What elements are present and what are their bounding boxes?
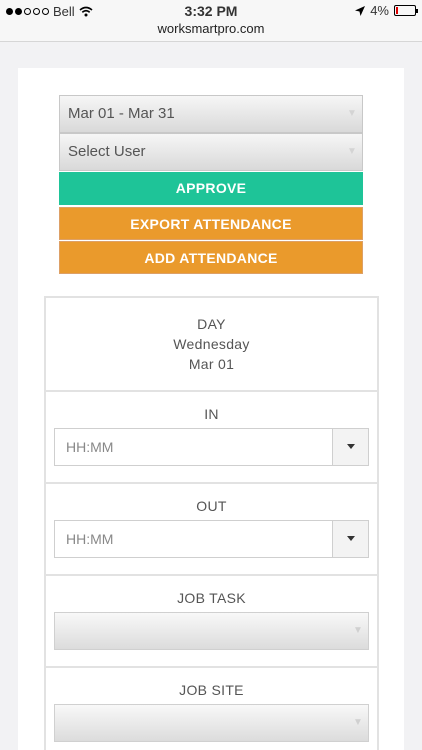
add-attendance-button[interactable]: ADD ATTENDANCE xyxy=(59,241,363,274)
caret-down-icon[interactable] xyxy=(332,521,368,557)
in-time-input[interactable] xyxy=(55,429,331,465)
address-bar[interactable]: worksmartpro.com xyxy=(0,22,422,42)
in-row: IN xyxy=(46,392,377,484)
attendance-entry-panel: DAY Wednesday Mar 01 IN OUT JOB TASK ▼ J… xyxy=(44,296,379,750)
in-label: IN xyxy=(204,406,219,422)
job-site-row: JOB SITE ▼ xyxy=(46,668,377,750)
battery-icon xyxy=(394,5,418,16)
system-indicators: 4% xyxy=(355,3,418,18)
chevron-down-icon: ▼ xyxy=(347,108,357,119)
out-row: OUT xyxy=(46,484,377,576)
date-range-value: Mar 01 - Mar 31 xyxy=(68,105,175,122)
job-task-select[interactable]: ▼ xyxy=(54,612,369,650)
job-task-label: JOB TASK xyxy=(177,590,246,606)
approve-button[interactable]: APPROVE xyxy=(59,172,363,205)
job-site-label: JOB SITE xyxy=(179,682,244,698)
user-select[interactable]: Select User ▼ xyxy=(59,133,363,171)
chevron-down-icon: ▼ xyxy=(347,146,357,157)
user-select-placeholder: Select User xyxy=(68,143,146,160)
caret-down-icon[interactable] xyxy=(332,429,368,465)
date-range-select[interactable]: Mar 01 - Mar 31 ▼ xyxy=(59,95,363,133)
job-site-select[interactable]: ▼ xyxy=(54,704,369,742)
chevron-down-icon: ▼ xyxy=(353,625,363,636)
out-time-field[interactable] xyxy=(54,520,369,558)
out-time-input[interactable] xyxy=(55,521,331,557)
export-attendance-button[interactable]: EXPORT ATTENDANCE xyxy=(59,207,363,240)
job-task-row: JOB TASK ▼ xyxy=(46,576,377,668)
out-label: OUT xyxy=(196,498,227,514)
location-arrow-icon xyxy=(355,5,366,16)
chevron-down-icon: ▼ xyxy=(353,717,363,728)
day-label: DAY xyxy=(197,316,226,332)
in-time-field[interactable] xyxy=(54,428,369,466)
battery-percentage: 4% xyxy=(370,3,389,18)
day-weekday: Wednesday xyxy=(173,336,250,352)
day-row: DAY Wednesday Mar 01 xyxy=(46,298,377,392)
day-date: Mar 01 xyxy=(188,356,235,372)
status-bar: Bell 3:32 PM 4% xyxy=(0,0,422,22)
